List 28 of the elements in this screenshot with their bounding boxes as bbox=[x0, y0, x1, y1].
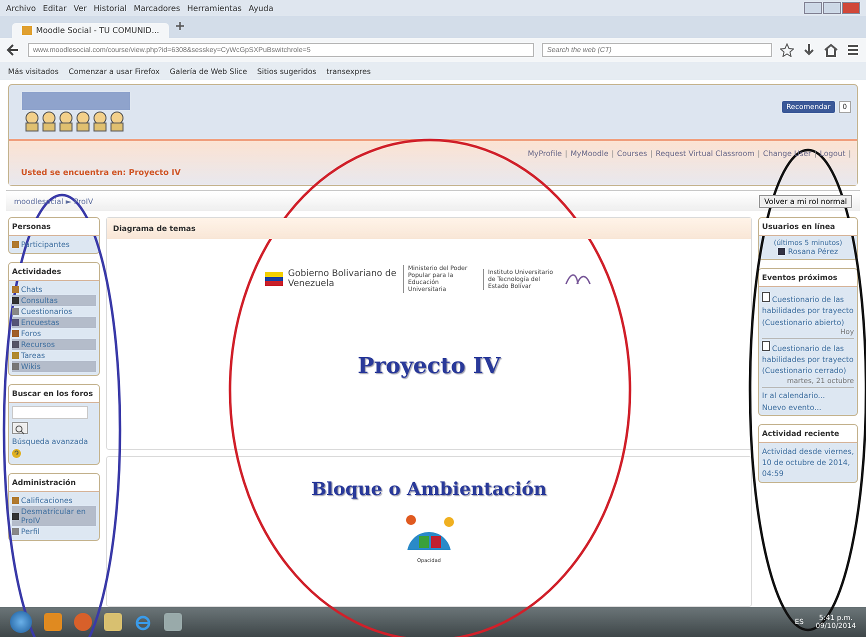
menu-item[interactable]: Archivo bbox=[6, 4, 36, 12]
menu-item[interactable]: Ver bbox=[74, 4, 87, 12]
quiz-icon bbox=[762, 292, 770, 302]
maximize-icon[interactable] bbox=[823, 2, 841, 14]
menu-item[interactable]: Historial bbox=[94, 4, 127, 12]
location-notice: Usted se encuentra en: Proyecto IV bbox=[21, 168, 181, 177]
search-button[interactable] bbox=[12, 422, 28, 434]
banner-text: Gobierno Bolivariano de Venezuela bbox=[288, 269, 398, 289]
menu-item[interactable]: Marcadores bbox=[134, 4, 180, 12]
menu-item[interactable]: Editar bbox=[42, 4, 67, 12]
download-icon[interactable] bbox=[802, 43, 816, 57]
section-title: Bloque o Ambientación bbox=[311, 479, 547, 500]
flag-icon bbox=[265, 272, 283, 286]
back-icon[interactable] bbox=[6, 43, 20, 57]
star-icon[interactable] bbox=[780, 43, 794, 57]
menu-item[interactable]: Herramientas bbox=[187, 4, 242, 12]
home-icon[interactable] bbox=[824, 43, 838, 57]
menu-item[interactable]: Ayuda bbox=[248, 4, 274, 12]
browser-tab[interactable]: Moodle Social - TU COMUNID... bbox=[12, 23, 170, 38]
minimize-icon[interactable] bbox=[804, 2, 822, 14]
help-icon[interactable] bbox=[12, 449, 21, 458]
menu-icon[interactable] bbox=[846, 43, 860, 57]
new-tab-icon[interactable] bbox=[175, 21, 186, 33]
course-title: Proyecto IV bbox=[358, 353, 500, 379]
forum-search-field[interactable] bbox=[12, 406, 88, 419]
user-icon bbox=[778, 248, 785, 255]
quiz-icon bbox=[762, 340, 770, 351]
start-button[interactable] bbox=[10, 611, 32, 633]
